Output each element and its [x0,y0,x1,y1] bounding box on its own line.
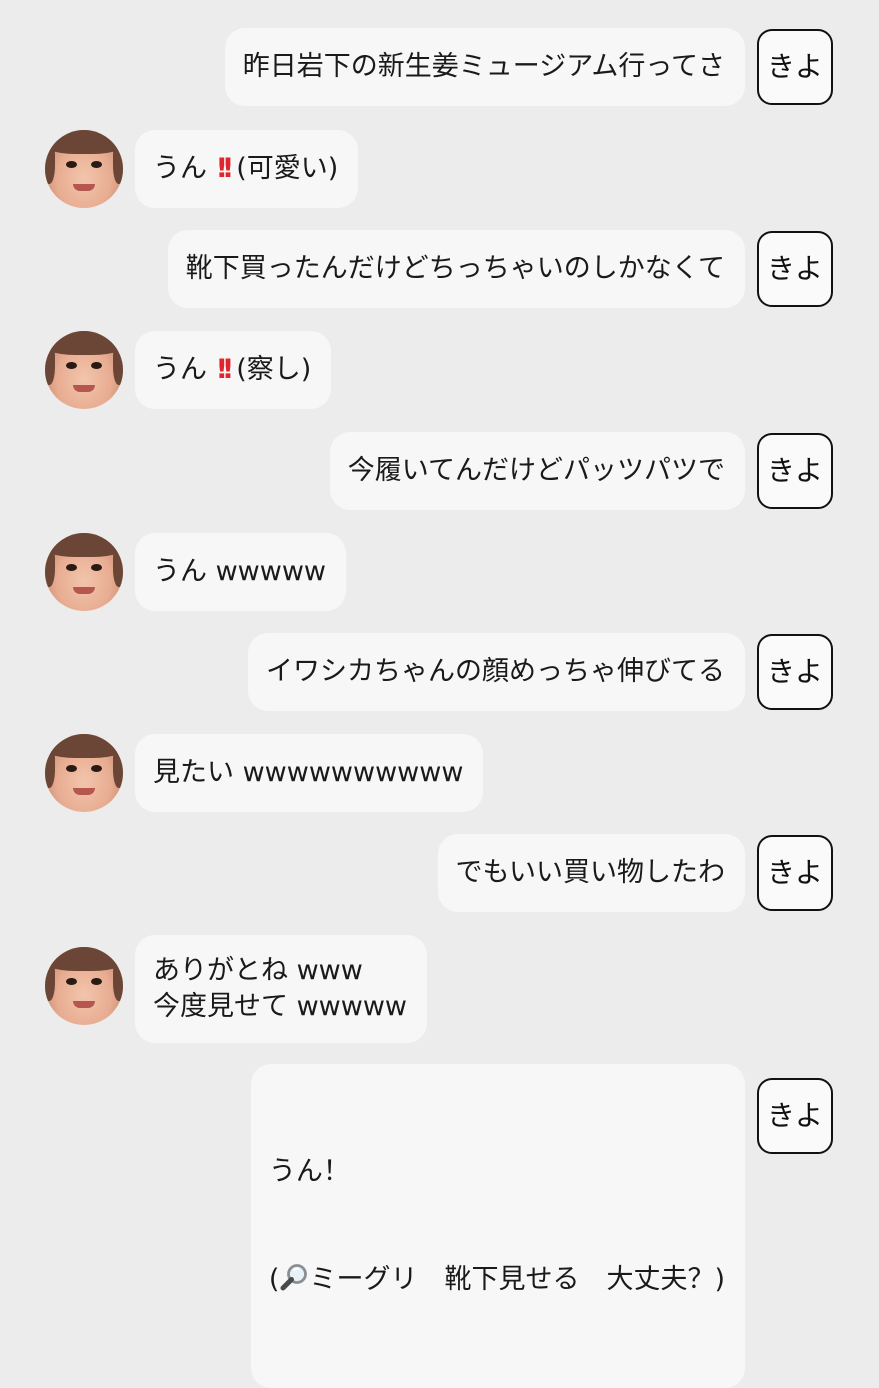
message-bubble-received: うん !! (察し) [135,331,332,409]
double-exclamation-icon: !! [215,354,234,385]
message-line: ( ミーグリ 靴下見せる 大丈夫？) [269,1262,725,1298]
magnifier-icon [279,1262,309,1292]
avatar[interactable] [45,734,123,812]
message-bubble-sent: イワシカちゃんの顔めっちゃ伸びてる [248,633,745,711]
message-line: ありがとね www [153,955,363,986]
message-text-aside: (可愛い) [236,153,339,184]
message-bubble-received: うん !! (可愛い) [135,130,359,208]
sender-tag[interactable]: きよ [757,433,833,509]
message-text: ミーグリ 靴下見せる 大丈夫？) [309,1264,725,1295]
message-bubble-received: 見たい wwwwwwwwww [135,734,484,812]
message-line: 今度見せて wwwww [153,991,407,1022]
message-bubble-sent: でもいい買い物したわ [437,834,745,912]
avatar[interactable] [45,533,123,611]
sender-tag[interactable]: きよ [757,835,833,911]
message-bubble-received: うん wwwww [135,533,346,611]
avatar[interactable] [45,130,123,208]
sender-tag[interactable]: きよ [757,1078,833,1154]
message-bubble-received: ありがとね www 今度見せて wwwww [135,935,427,1043]
message-bubble-sent: 今履いてんだけどパッツパツで [329,432,745,510]
message-bubble-sent: 靴下買ったんだけどちっちゃいのしかなくて [167,230,745,308]
sender-tag[interactable]: きよ [757,634,833,710]
avatar[interactable] [45,947,123,1025]
sender-tag[interactable]: きよ [757,231,833,307]
message-text: ( [268,1264,280,1295]
message-text-aside: (察し) [236,354,312,385]
message-text: うん [153,354,207,385]
sender-tag[interactable]: きよ [757,29,833,105]
message-line: うん！ [268,1156,350,1187]
message-bubble-sent: 昨日岩下の新生姜ミュージアム行ってさ [224,28,745,106]
message-bubble-sent: うん！ ( ミーグリ 靴下見せる 大丈夫？) [250,1064,745,1388]
avatar[interactable] [45,331,123,409]
message-text: うん [153,153,207,184]
double-exclamation-icon: !! [215,153,234,184]
